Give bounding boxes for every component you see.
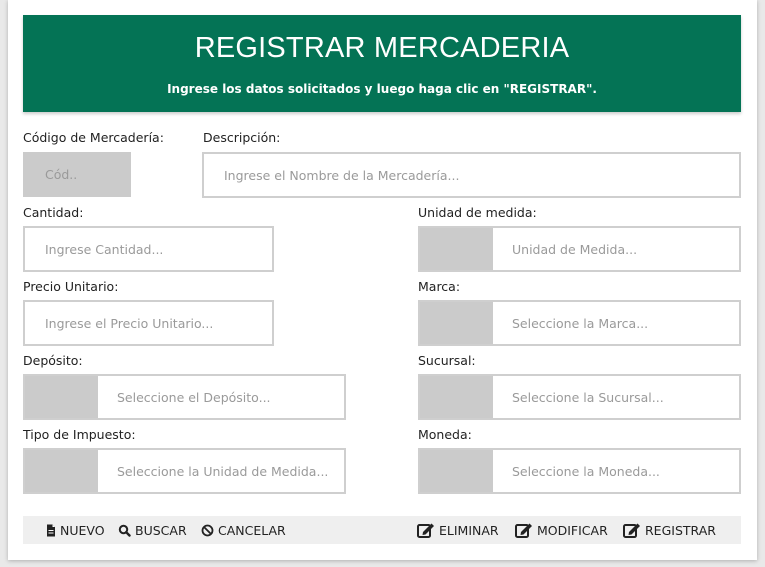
moneda-label: Moneda: xyxy=(418,427,472,442)
precio-placeholder: Ingrese el Precio Unitario... xyxy=(45,315,214,331)
modificar-button[interactable]: MODIFICAR xyxy=(515,516,608,544)
eliminar-label: ELIMINAR xyxy=(439,522,499,538)
action-toolbar: NUEVO BUSCAR CANCELAR ELIMINAR MODIFICAR… xyxy=(23,516,741,544)
unidad-placeholder: Unidad de Medida... xyxy=(512,241,638,257)
page-subtitle: Ingrese los datos solicitados y luego ha… xyxy=(167,82,597,96)
marca-label: Marca: xyxy=(418,279,461,294)
registrar-button[interactable]: REGISTRAR xyxy=(623,516,716,544)
marca-addon xyxy=(420,302,493,344)
edit-icon xyxy=(417,523,434,538)
cancelar-button[interactable]: CANCELAR xyxy=(201,516,286,544)
form-card: REGISTRAR MERCADERIA Ingrese los datos s… xyxy=(8,0,757,560)
modificar-label: MODIFICAR xyxy=(537,522,608,538)
deposito-select[interactable]: Seleccione el Depósito... xyxy=(23,374,346,420)
cantidad-placeholder: Ingrese Cantidad... xyxy=(45,241,164,257)
precio-label: Precio Unitario: xyxy=(23,279,119,294)
form-header: REGISTRAR MERCADERIA Ingrese los datos s… xyxy=(23,15,741,112)
eliminar-button[interactable]: ELIMINAR xyxy=(417,516,499,544)
descripcion-label: Descripción: xyxy=(203,130,281,145)
impuesto-label: Tipo de Impuesto: xyxy=(23,427,136,442)
nuevo-label: NUEVO xyxy=(60,522,105,538)
sucursal-label: Sucursal: xyxy=(418,353,476,368)
ban-icon xyxy=(201,524,214,536)
deposito-placeholder: Seleccione el Depósito... xyxy=(117,389,271,405)
codigo-label: Código de Mercadería: xyxy=(23,130,164,145)
unidad-label: Unidad de medida: xyxy=(418,205,537,220)
page-title: REGISTRAR MERCADERIA xyxy=(194,32,570,64)
sucursal-addon xyxy=(420,376,493,418)
moneda-addon xyxy=(420,450,493,492)
deposito-label: Depósito: xyxy=(23,353,83,368)
cantidad-label: Cantidad: xyxy=(23,205,84,220)
deposito-addon xyxy=(25,376,98,418)
nuevo-button[interactable]: NUEVO xyxy=(45,516,105,544)
impuesto-placeholder: Seleccione la Unidad de Medida... xyxy=(117,463,329,479)
cancelar-label: CANCELAR xyxy=(218,522,286,538)
descripcion-field[interactable]: Ingrese el Nombre de la Mercadería... xyxy=(202,152,741,198)
codigo-field[interactable]: Cód.. xyxy=(23,152,131,197)
search-icon xyxy=(118,524,131,537)
moneda-placeholder: Seleccione la Moneda... xyxy=(512,463,660,479)
descripcion-placeholder: Ingrese el Nombre de la Mercadería... xyxy=(224,167,460,183)
sucursal-placeholder: Seleccione la Sucursal... xyxy=(512,389,664,405)
unidad-addon xyxy=(420,228,493,270)
moneda-select[interactable]: Seleccione la Moneda... xyxy=(418,448,741,494)
cantidad-field[interactable]: Ingrese Cantidad... xyxy=(23,226,274,272)
unidad-select[interactable]: Unidad de Medida... xyxy=(418,226,741,272)
sucursal-select[interactable]: Seleccione la Sucursal... xyxy=(418,374,741,420)
marca-select[interactable]: Seleccione la Marca... xyxy=(418,300,741,346)
buscar-label: BUSCAR xyxy=(135,522,187,538)
codigo-placeholder: Cód.. xyxy=(45,167,78,182)
edit-icon xyxy=(623,523,640,538)
impuesto-select[interactable]: Seleccione la Unidad de Medida... xyxy=(23,448,346,494)
precio-field[interactable]: Ingrese el Precio Unitario... xyxy=(23,300,274,346)
marca-placeholder: Seleccione la Marca... xyxy=(512,315,649,331)
buscar-button[interactable]: BUSCAR xyxy=(118,516,187,544)
edit-icon xyxy=(515,523,532,538)
file-icon xyxy=(47,524,55,536)
impuesto-addon xyxy=(25,450,98,492)
registrar-label: REGISTRAR xyxy=(645,522,716,538)
